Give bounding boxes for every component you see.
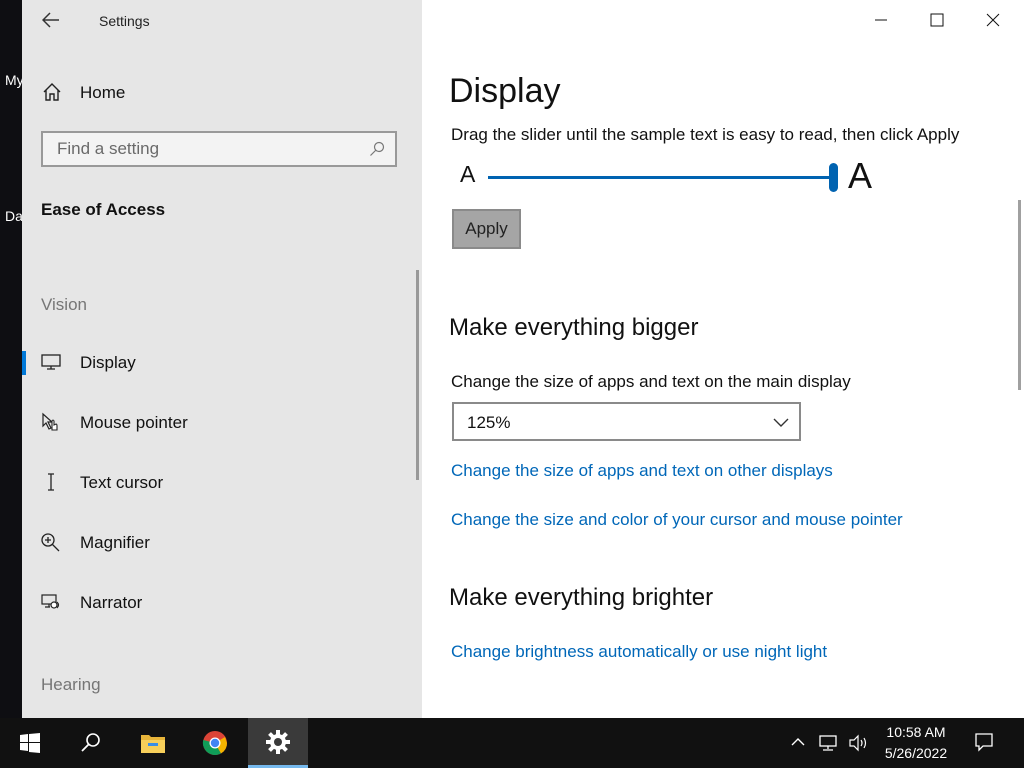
section-heading-vision: Vision	[41, 295, 87, 314]
search-input[interactable]	[43, 133, 367, 165]
system-clock[interactable]: 10:58 AM 5/26/2022	[878, 722, 954, 764]
nav-home-label: Home	[80, 83, 126, 102]
desktop-background: My Da	[0, 0, 22, 718]
section-heading-hearing: Hearing	[41, 675, 101, 694]
sidebar-item-label: Display	[80, 353, 136, 372]
search-icon[interactable]	[369, 141, 385, 157]
sidebar-item-label: Mouse pointer	[80, 413, 188, 432]
link-brightness[interactable]: Change brightness automatically or use n…	[451, 642, 827, 662]
monitor-icon	[41, 354, 61, 370]
sidebar-item-display[interactable]: Display	[22, 342, 418, 382]
taskbar: 10:58 AM 5/26/2022	[0, 718, 1024, 768]
scale-label: Change the size of apps and text on the …	[451, 372, 851, 391]
apply-button[interactable]: Apply	[452, 209, 521, 249]
home-icon	[43, 83, 61, 101]
sidebar-scrollbar[interactable]	[416, 270, 419, 480]
selection-indicator	[22, 351, 26, 375]
sample-text-small: A	[460, 161, 476, 187]
settings-icon	[266, 730, 290, 754]
sidebar-item-magnifier[interactable]: Magnifier	[22, 522, 418, 562]
link-other-displays[interactable]: Change the size of apps and text on othe…	[451, 461, 833, 481]
section-title-brighter: Make everything brighter	[449, 584, 714, 611]
link-cursor-pointer[interactable]: Change the size and color of your cursor…	[451, 510, 903, 530]
chrome-button[interactable]	[185, 718, 245, 768]
minimize-button[interactable]	[852, 0, 910, 40]
notification-icon[interactable]	[974, 732, 994, 752]
sample-text-large: A	[848, 155, 873, 196]
close-icon	[986, 13, 1000, 27]
desktop-icon-label[interactable]: Da	[5, 208, 22, 224]
sidebar-item-label: Narrator	[80, 593, 143, 612]
sidebar-item-narrator[interactable]: Narrator	[22, 582, 418, 622]
taskbar-search-button[interactable]	[60, 718, 120, 768]
scale-dropdown[interactable]: 125%	[452, 402, 801, 441]
page-title: Display	[449, 72, 561, 110]
sidebar-item-label: Magnifier	[80, 533, 150, 552]
back-arrow-icon	[41, 12, 59, 28]
chevron-up-icon[interactable]	[790, 734, 806, 750]
settings-taskbar-button[interactable]	[248, 718, 308, 768]
volume-icon[interactable]	[848, 734, 870, 752]
sidebar-item-label: Text cursor	[80, 473, 164, 492]
slider-thumb[interactable]	[829, 163, 838, 192]
start-icon	[20, 733, 40, 753]
mouse-pointer-icon	[42, 412, 58, 431]
chevron-down-icon	[773, 418, 789, 427]
scale-dropdown-value: 125%	[467, 413, 511, 432]
text-cursor-icon	[48, 473, 54, 491]
section-title-bigger: Make everything bigger	[449, 314, 699, 341]
sidebar-item-text-cursor[interactable]: Text cursor	[22, 462, 418, 502]
window-title: Settings	[99, 13, 150, 29]
settings-window: Settings Home Ease of Access Vision Disp…	[22, 0, 1024, 718]
clock-date: 5/26/2022	[884, 745, 948, 761]
text-size-slider[interactable]	[488, 163, 838, 193]
slider-description: Drag the slider until the sample text is…	[451, 125, 960, 144]
back-button[interactable]	[41, 12, 64, 32]
search-icon	[81, 733, 100, 752]
sidebar-item-mouse-pointer[interactable]: Mouse pointer	[22, 402, 418, 442]
file-explorer-icon	[141, 735, 165, 753]
magnifier-icon	[41, 533, 60, 552]
category-heading: Ease of Access	[41, 200, 166, 219]
maximize-icon	[930, 13, 944, 27]
search-box	[41, 131, 397, 167]
nav-home[interactable]: Home	[22, 76, 422, 110]
maximize-button[interactable]	[908, 0, 966, 40]
content-scrollbar[interactable]	[1018, 200, 1021, 390]
network-icon[interactable]	[818, 734, 840, 752]
narrator-icon	[41, 594, 60, 609]
desktop-icon-label[interactable]: My	[5, 72, 22, 88]
content-pane: Display Drag the slider until the sample…	[422, 0, 1024, 718]
minimize-icon	[875, 19, 887, 21]
slider-track[interactable]	[488, 176, 833, 179]
chrome-icon	[202, 731, 227, 756]
sidebar: Settings Home Ease of Access Vision Disp…	[22, 0, 422, 718]
file-explorer-button[interactable]	[123, 718, 183, 768]
close-button[interactable]	[964, 0, 1022, 40]
clock-time: 10:58 AM	[886, 724, 946, 740]
start-button[interactable]	[0, 718, 60, 768]
